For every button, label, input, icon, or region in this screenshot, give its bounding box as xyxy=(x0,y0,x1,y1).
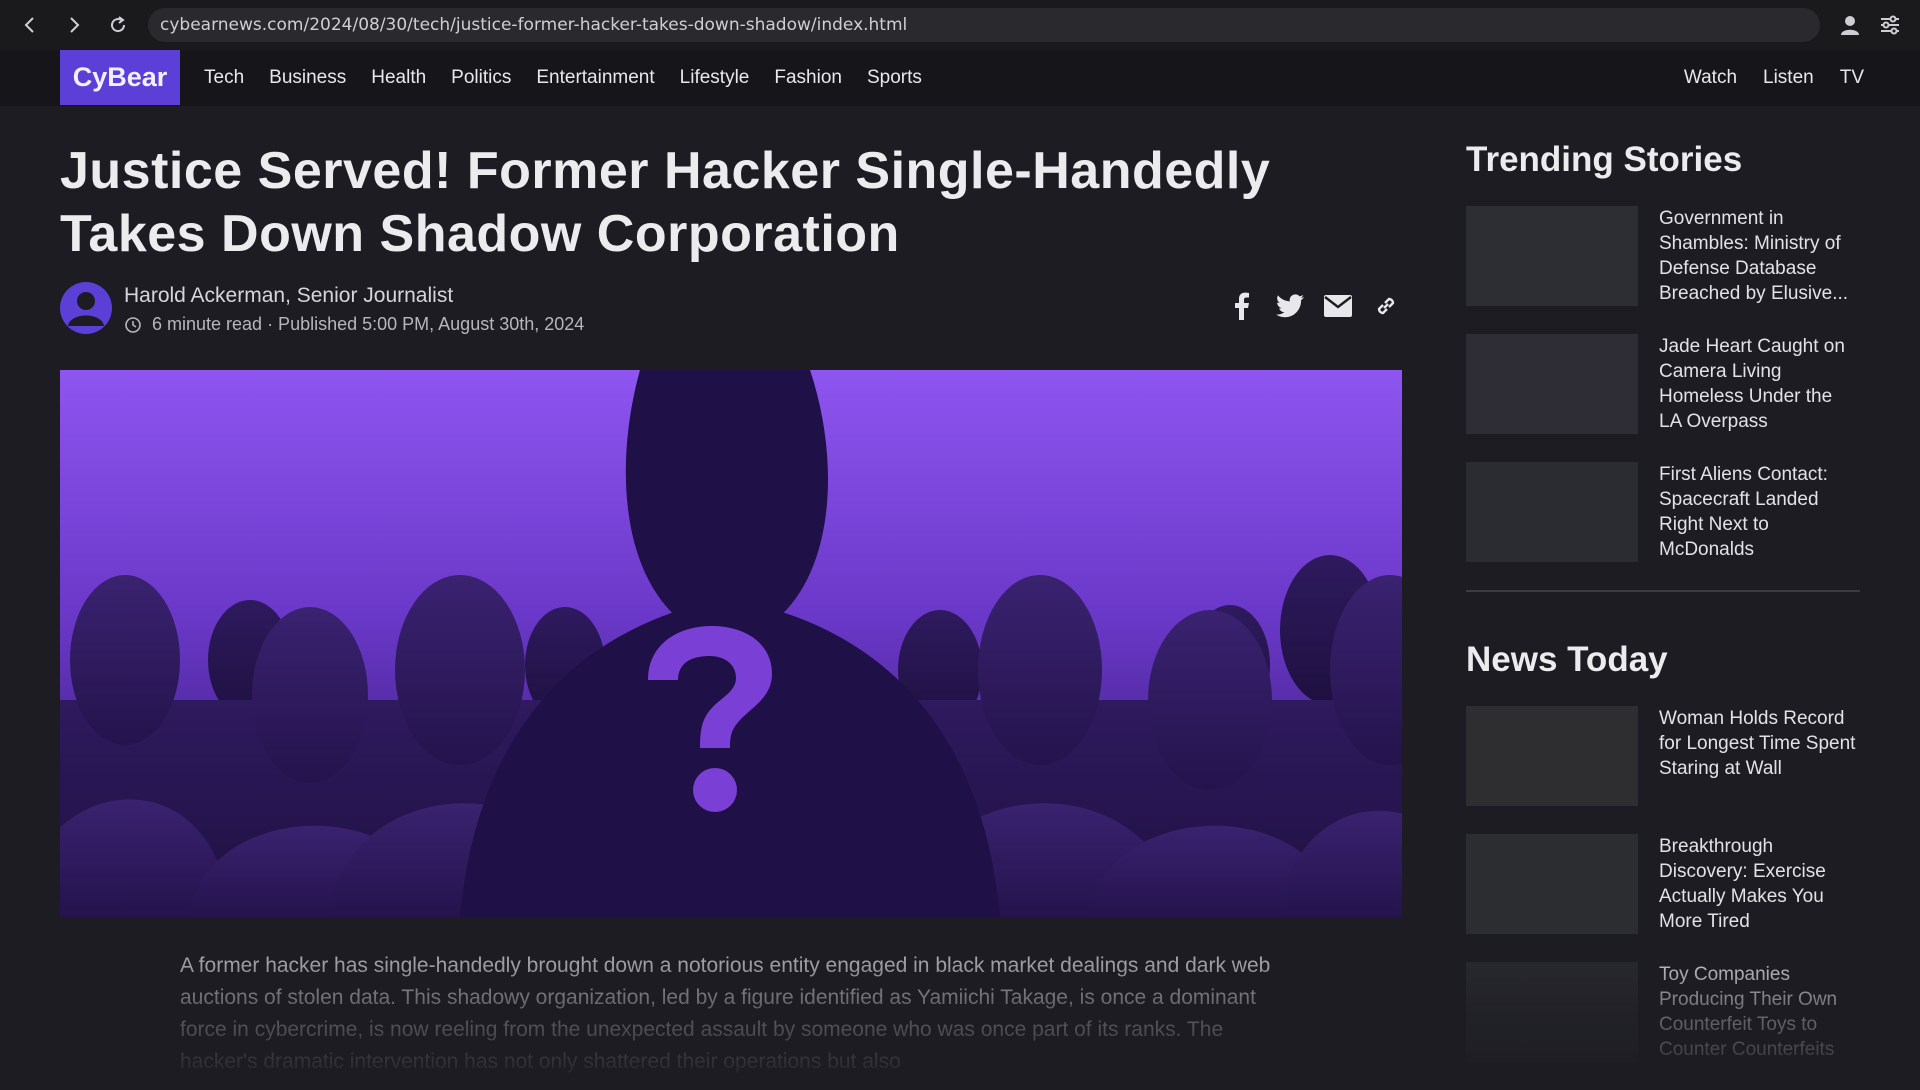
back-button[interactable] xyxy=(8,0,52,50)
forward-button[interactable] xyxy=(52,0,96,50)
reload-button[interactable] xyxy=(96,0,140,50)
trending-story[interactable]: Jade Heart Caught on Camera Living Homel… xyxy=(1466,334,1860,434)
story-headline[interactable]: Breakthrough Discovery: Exercise Actuall… xyxy=(1659,834,1859,934)
share-email-button[interactable] xyxy=(1324,292,1352,320)
story-headline[interactable]: Toy Companies Producing Their Own Counte… xyxy=(1659,962,1859,1062)
facebook-icon xyxy=(1235,292,1249,320)
nav-item-entertainment[interactable]: Entertainment xyxy=(536,67,654,89)
nav-item-sports[interactable]: Sports xyxy=(867,67,922,89)
trending-title: Trending Stories xyxy=(1466,140,1743,179)
share-twitter-button[interactable] xyxy=(1276,292,1304,320)
nav-item-listen[interactable]: Listen xyxy=(1763,67,1814,89)
trending-story[interactable]: First Aliens Contact: Spacecraft Landed … xyxy=(1466,462,1860,562)
story-headline[interactable]: Jade Heart Caught on Camera Living Homel… xyxy=(1659,334,1859,434)
article-headline: Justice Served! Former Hacker Single-Han… xyxy=(60,142,1271,263)
nav-item-tech[interactable]: Tech xyxy=(204,67,244,89)
back-arrow-icon xyxy=(24,17,34,33)
profile-button[interactable] xyxy=(1830,0,1870,50)
settings-button[interactable] xyxy=(1870,0,1910,50)
forward-arrow-icon xyxy=(70,17,80,33)
story-thumbnail[interactable] xyxy=(1466,334,1638,434)
nav-item-watch[interactable]: Watch xyxy=(1684,67,1737,89)
nav-item-lifestyle[interactable]: Lifestyle xyxy=(680,67,750,89)
share-facebook-button[interactable] xyxy=(1228,292,1256,320)
reload-icon xyxy=(111,16,126,33)
email-icon xyxy=(1324,295,1352,317)
nav-item-tv[interactable]: TV xyxy=(1840,67,1864,89)
link-icon xyxy=(1377,297,1395,315)
sidebar-divider xyxy=(1466,590,1860,592)
story-thumbnail[interactable] xyxy=(1466,834,1638,934)
trending-story[interactable]: Government in Shambles: Ministry of Defe… xyxy=(1466,206,1860,306)
story-headline[interactable]: First Aliens Contact: Spacecraft Landed … xyxy=(1659,462,1859,562)
copy-link-button[interactable] xyxy=(1372,292,1400,320)
site-logo[interactable]: CyBear xyxy=(60,50,180,105)
person-icon xyxy=(68,292,104,326)
nav-item-politics[interactable]: Politics xyxy=(451,67,511,89)
address-bar[interactable]: cybearnews.com/2024/08/30/tech/justice-f… xyxy=(148,8,1820,42)
article-body: A former hacker has single-handedly brou… xyxy=(180,954,1271,1073)
author-avatar[interactable] xyxy=(60,282,112,334)
news-story[interactable]: Woman Holds Record for Longest Time Spen… xyxy=(1466,706,1860,806)
share-buttons xyxy=(1228,292,1400,320)
nav-item-health[interactable]: Health xyxy=(371,67,426,89)
profile-icon xyxy=(1841,16,1859,35)
browser-toolbar: cybearnews.com/2024/08/30/tech/justice-f… xyxy=(0,0,1920,50)
settings-sliders-icon xyxy=(1881,15,1899,35)
news-today-title: News Today xyxy=(1466,640,1668,679)
hero-illustration xyxy=(60,370,1402,918)
clock-icon xyxy=(125,316,141,333)
nav-item-business[interactable]: Business xyxy=(269,67,346,89)
story-thumbnail[interactable] xyxy=(1466,706,1638,806)
byline: Harold Ackerman, Senior Journalist 6 min… xyxy=(60,282,1400,338)
nav-item-fashion[interactable]: Fashion xyxy=(774,67,842,89)
story-thumbnail[interactable] xyxy=(1466,206,1638,306)
story-thumbnail[interactable] xyxy=(1466,962,1638,1062)
author-name[interactable]: Harold Ackerman, Senior Journalist xyxy=(124,284,453,308)
url-text: cybearnews.com/2024/08/30/tech/justice-f… xyxy=(160,15,908,35)
main-nav: Tech Business Health Politics Entertainm… xyxy=(204,50,947,106)
read-time-published: 6 minute read · Published 5:00 PM, Augus… xyxy=(152,314,585,334)
sidebar: Trending Stories Government in Shambles:… xyxy=(1466,140,1860,1090)
site-header: CyBear Tech Business Health Politics Ent… xyxy=(0,50,1920,106)
news-story[interactable]: Breakthrough Discovery: Exercise Actuall… xyxy=(1466,834,1860,934)
media-nav: Watch Listen TV xyxy=(1658,50,1864,106)
news-story[interactable]: Toy Companies Producing Their Own Counte… xyxy=(1466,962,1860,1062)
twitter-icon xyxy=(1276,294,1304,318)
story-headline[interactable]: Government in Shambles: Ministry of Defe… xyxy=(1659,206,1859,306)
article-meta: 6 minute read · Published 5:00 PM, Augus… xyxy=(124,314,584,335)
story-headline[interactable]: Woman Holds Record for Longest Time Spen… xyxy=(1659,706,1859,806)
story-thumbnail[interactable] xyxy=(1466,462,1638,562)
hero-image xyxy=(60,370,1402,918)
